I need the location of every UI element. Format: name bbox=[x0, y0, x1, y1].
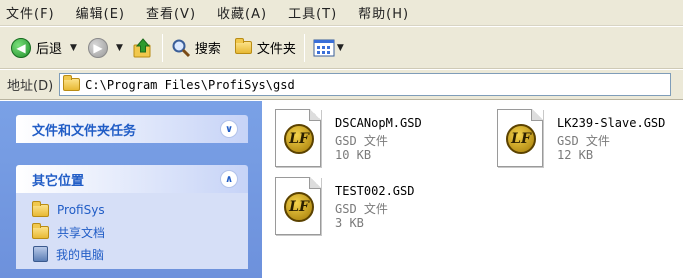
file-type: GSD 文件 bbox=[335, 202, 388, 216]
other-place-label: 共享文档 bbox=[57, 225, 106, 240]
toolbar-separator bbox=[161, 33, 163, 62]
toolbar-separator bbox=[303, 33, 305, 62]
other-places-panel: 其它位置 ∧ ProfiSys 共享文档 我的电脑 bbox=[16, 165, 248, 269]
file-tasks-panel: 文件和文件夹任务 ∨ bbox=[16, 115, 248, 143]
gsd-badge-icon: LF bbox=[284, 124, 314, 154]
computer-icon bbox=[33, 246, 48, 262]
views-button[interactable]: ▼ bbox=[310, 33, 347, 63]
gsd-file-icon: LF bbox=[275, 109, 321, 167]
file-name: LK239-Slave.GSD bbox=[557, 116, 666, 130]
file-name: DSCANopM.GSD bbox=[335, 116, 422, 130]
other-places-list: ProfiSys 共享文档 我的电脑 bbox=[16, 193, 248, 269]
address-path: C:\Program Files\ProfiSys\gsd bbox=[85, 77, 295, 92]
file-type: GSD 文件 bbox=[335, 134, 388, 148]
folder-icon bbox=[63, 75, 81, 91]
file-item[interactable]: LF DSCANopM.GSD GSD 文件 10 KB bbox=[275, 109, 475, 171]
other-place-shared-docs[interactable]: 共享文档 bbox=[32, 221, 248, 243]
file-name: TEST002.GSD bbox=[335, 184, 415, 198]
file-item[interactable]: LF TEST002.GSD GSD 文件 3 KB bbox=[275, 177, 475, 239]
folders-icon bbox=[234, 38, 252, 54]
other-places-header[interactable]: 其它位置 ∧ bbox=[16, 165, 248, 193]
search-icon bbox=[172, 39, 190, 57]
search-button[interactable]: 搜索 bbox=[168, 33, 224, 63]
back-label: 后退 bbox=[36, 42, 63, 57]
views-icon bbox=[313, 39, 335, 56]
forward-dropdown-icon[interactable]: ▼ bbox=[116, 43, 123, 53]
forward-button[interactable]: ▶ bbox=[85, 33, 111, 63]
task-pane: 文件和文件夹任务 ∨ 其它位置 ∧ ProfiSys 共享文档 我的电脑 bbox=[0, 101, 262, 278]
address-label: 地址(D) bbox=[7, 79, 54, 94]
address-bar: 地址(D) C:\Program Files\ProfiSys\gsd bbox=[0, 70, 683, 100]
gsd-badge-icon: LF bbox=[506, 124, 536, 154]
file-size: 12 KB bbox=[557, 148, 594, 162]
search-label: 搜索 bbox=[194, 42, 221, 57]
file-size: 3 KB bbox=[335, 216, 364, 230]
menu-favorites[interactable]: 收藏(A) bbox=[217, 3, 267, 22]
file-size: 10 KB bbox=[335, 148, 372, 162]
file-tasks-title: 文件和文件夹任务 bbox=[32, 123, 137, 139]
folder-icon bbox=[32, 222, 49, 239]
chevron-down-icon[interactable]: ∨ bbox=[220, 120, 238, 138]
other-place-label: 我的电脑 bbox=[56, 247, 105, 262]
other-places-title: 其它位置 bbox=[32, 173, 85, 189]
file-item[interactable]: LF LK239-Slave.GSD GSD 文件 12 KB bbox=[497, 109, 683, 171]
back-button[interactable]: ◀ 后退 bbox=[8, 33, 65, 63]
folders-label: 文件夹 bbox=[256, 42, 296, 57]
up-folder-icon bbox=[133, 37, 151, 57]
menu-view[interactable]: 查看(V) bbox=[146, 3, 196, 22]
menu-bar: 文件(F) 编辑(E) 查看(V) 收藏(A) 工具(T) 帮助(H) bbox=[0, 0, 683, 26]
back-dropdown-icon[interactable]: ▼ bbox=[70, 43, 77, 53]
other-place-profisys[interactable]: ProfiSys bbox=[32, 199, 248, 221]
menu-file[interactable]: 文件(F) bbox=[6, 3, 55, 22]
other-place-label: ProfiSys bbox=[57, 203, 105, 217]
menu-tools[interactable]: 工具(T) bbox=[288, 3, 337, 22]
back-arrow-icon: ◀ bbox=[11, 37, 31, 58]
file-list: LF DSCANopM.GSD GSD 文件 10 KB LF LK239-Sl… bbox=[263, 101, 683, 278]
gsd-file-icon: LF bbox=[275, 177, 321, 235]
gsd-file-icon: LF bbox=[497, 109, 543, 167]
up-folder-button[interactable] bbox=[129, 33, 157, 63]
chevron-up-icon[interactable]: ∧ bbox=[220, 170, 238, 188]
forward-arrow-icon: ▶ bbox=[87, 37, 108, 58]
menu-help[interactable]: 帮助(H) bbox=[358, 3, 409, 22]
other-place-my-computer[interactable]: 我的电脑 bbox=[32, 243, 248, 265]
menu-edit[interactable]: 编辑(E) bbox=[76, 3, 125, 22]
toolbar: ◀ 后退 ▼ ▶ ▼ 搜索 文件夹 ▼ bbox=[0, 27, 683, 69]
file-type: GSD 文件 bbox=[557, 134, 610, 148]
folders-button[interactable]: 文件夹 bbox=[232, 33, 299, 63]
folder-icon bbox=[32, 200, 49, 217]
address-field[interactable]: C:\Program Files\ProfiSys\gsd bbox=[59, 73, 672, 96]
views-dropdown-icon: ▼ bbox=[336, 42, 344, 53]
file-tasks-header[interactable]: 文件和文件夹任务 ∨ bbox=[16, 115, 248, 143]
gsd-badge-icon: LF bbox=[284, 192, 314, 222]
